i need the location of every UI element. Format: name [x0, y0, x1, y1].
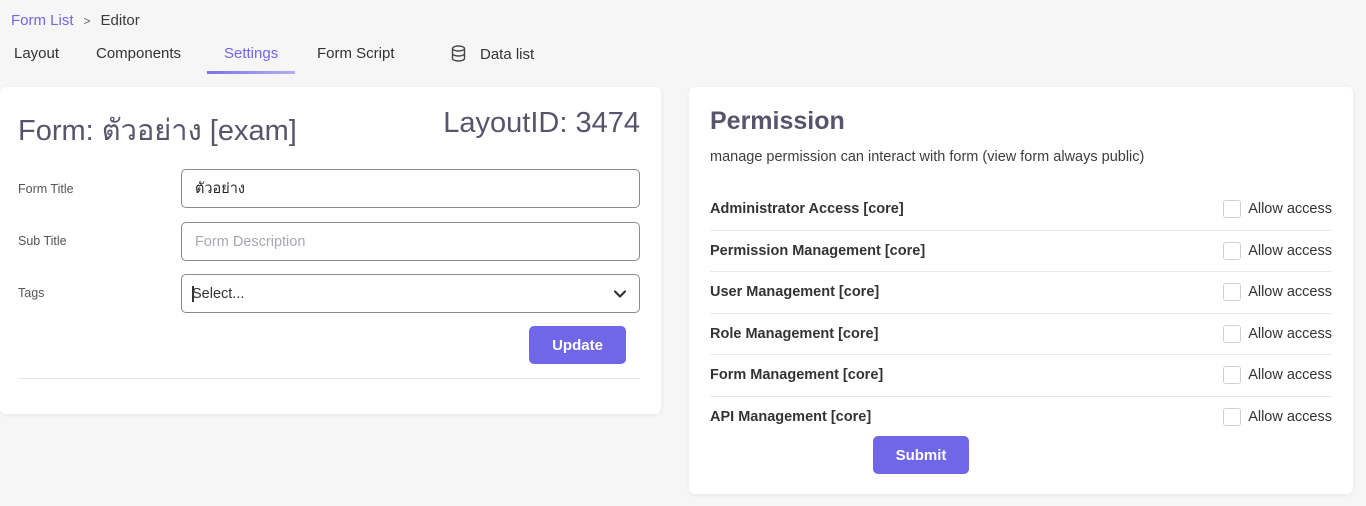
- allow-access-checkbox[interactable]: Allow access: [1223, 200, 1332, 219]
- allow-access-label[interactable]: Allow access: [1248, 409, 1332, 425]
- submit-button[interactable]: Submit: [873, 436, 969, 474]
- checkbox-box[interactable]: [1223, 200, 1242, 219]
- form-settings-card: Form: ตัวอย่าง [exam] LayoutID: 3474 For…: [0, 87, 661, 414]
- form-title-input[interactable]: ตัวอย่าง: [181, 169, 640, 208]
- breadcrumb-chevron-right-icon: >: [83, 13, 91, 28]
- tags-select[interactable]: Select...: [181, 274, 640, 313]
- allow-access-checkbox[interactable]: Allow access: [1223, 283, 1332, 302]
- permission-description: manage permission can interact with form…: [710, 149, 1145, 165]
- checkbox-box[interactable]: [1223, 366, 1242, 385]
- checkbox-box[interactable]: [1223, 324, 1242, 343]
- permission-name: Administrator Access [core]: [710, 201, 904, 218]
- permission-title: Permission: [710, 107, 845, 135]
- form-title-label: Form Title: [18, 182, 74, 196]
- sub-title-input[interactable]: Form Description: [181, 222, 640, 261]
- allow-access-label[interactable]: Allow access: [1248, 284, 1332, 300]
- checkbox-box[interactable]: [1223, 241, 1242, 260]
- tab-components[interactable]: Components: [96, 45, 181, 73]
- tab-data-list[interactable]: Data list: [451, 45, 534, 73]
- layout-id: LayoutID: 3474: [443, 107, 640, 139]
- permission-row: Form Management [core] Allow access: [710, 355, 1332, 397]
- allow-access-label[interactable]: Allow access: [1248, 326, 1332, 342]
- permission-name: Role Management [core]: [710, 325, 879, 342]
- permission-name: User Management [core]: [710, 284, 880, 301]
- tab-data-list-label: Data list: [480, 46, 535, 63]
- permission-name: Permission Management [core]: [710, 242, 926, 259]
- allow-access-checkbox[interactable]: Allow access: [1223, 241, 1332, 260]
- tab-layout[interactable]: Layout: [14, 45, 59, 73]
- allow-access-checkbox[interactable]: Allow access: [1223, 408, 1332, 427]
- permission-row: Permission Management [core] Allow acces…: [710, 231, 1332, 272]
- database-icon: [451, 45, 466, 66]
- permission-list: Administrator Access [core] Allow access…: [710, 189, 1332, 438]
- sub-title-label: Sub Title: [18, 234, 67, 248]
- checkbox-box[interactable]: [1223, 408, 1242, 427]
- allow-access-checkbox[interactable]: Allow access: [1223, 324, 1332, 343]
- divider: [18, 378, 640, 379]
- tags-label: Tags: [18, 286, 45, 300]
- permission-row: Administrator Access [core] Allow access: [710, 189, 1332, 231]
- permission-name: Form Management [core]: [710, 367, 884, 384]
- permission-name: API Management [core]: [710, 409, 872, 426]
- permission-row: Role Management [core] Allow access: [710, 314, 1332, 355]
- form-heading: Form: ตัวอย่าง [exam]: [18, 115, 297, 147]
- breadcrumb-form-list-link[interactable]: Form List: [11, 12, 74, 29]
- breadcrumb: Form List > Editor: [11, 12, 140, 29]
- allow-access-checkbox[interactable]: Allow access: [1223, 366, 1332, 385]
- breadcrumb-current: Editor: [100, 12, 140, 29]
- permission-row: API Management [core] Allow access: [710, 397, 1332, 439]
- text-cursor: [192, 286, 194, 302]
- update-button[interactable]: Update: [529, 326, 626, 364]
- tags-select-placeholder: Select...: [192, 285, 245, 302]
- permission-card: Permission manage permission can interac…: [689, 87, 1353, 494]
- chevron-down-icon[interactable]: [613, 287, 627, 305]
- allow-access-label[interactable]: Allow access: [1248, 243, 1332, 259]
- tab-form-script[interactable]: Form Script: [317, 45, 395, 73]
- permission-row: User Management [core] Allow access: [710, 272, 1332, 314]
- tab-settings[interactable]: Settings: [206, 45, 296, 74]
- checkbox-box[interactable]: [1223, 283, 1242, 302]
- allow-access-label[interactable]: Allow access: [1248, 367, 1332, 383]
- allow-access-label[interactable]: Allow access: [1248, 201, 1332, 217]
